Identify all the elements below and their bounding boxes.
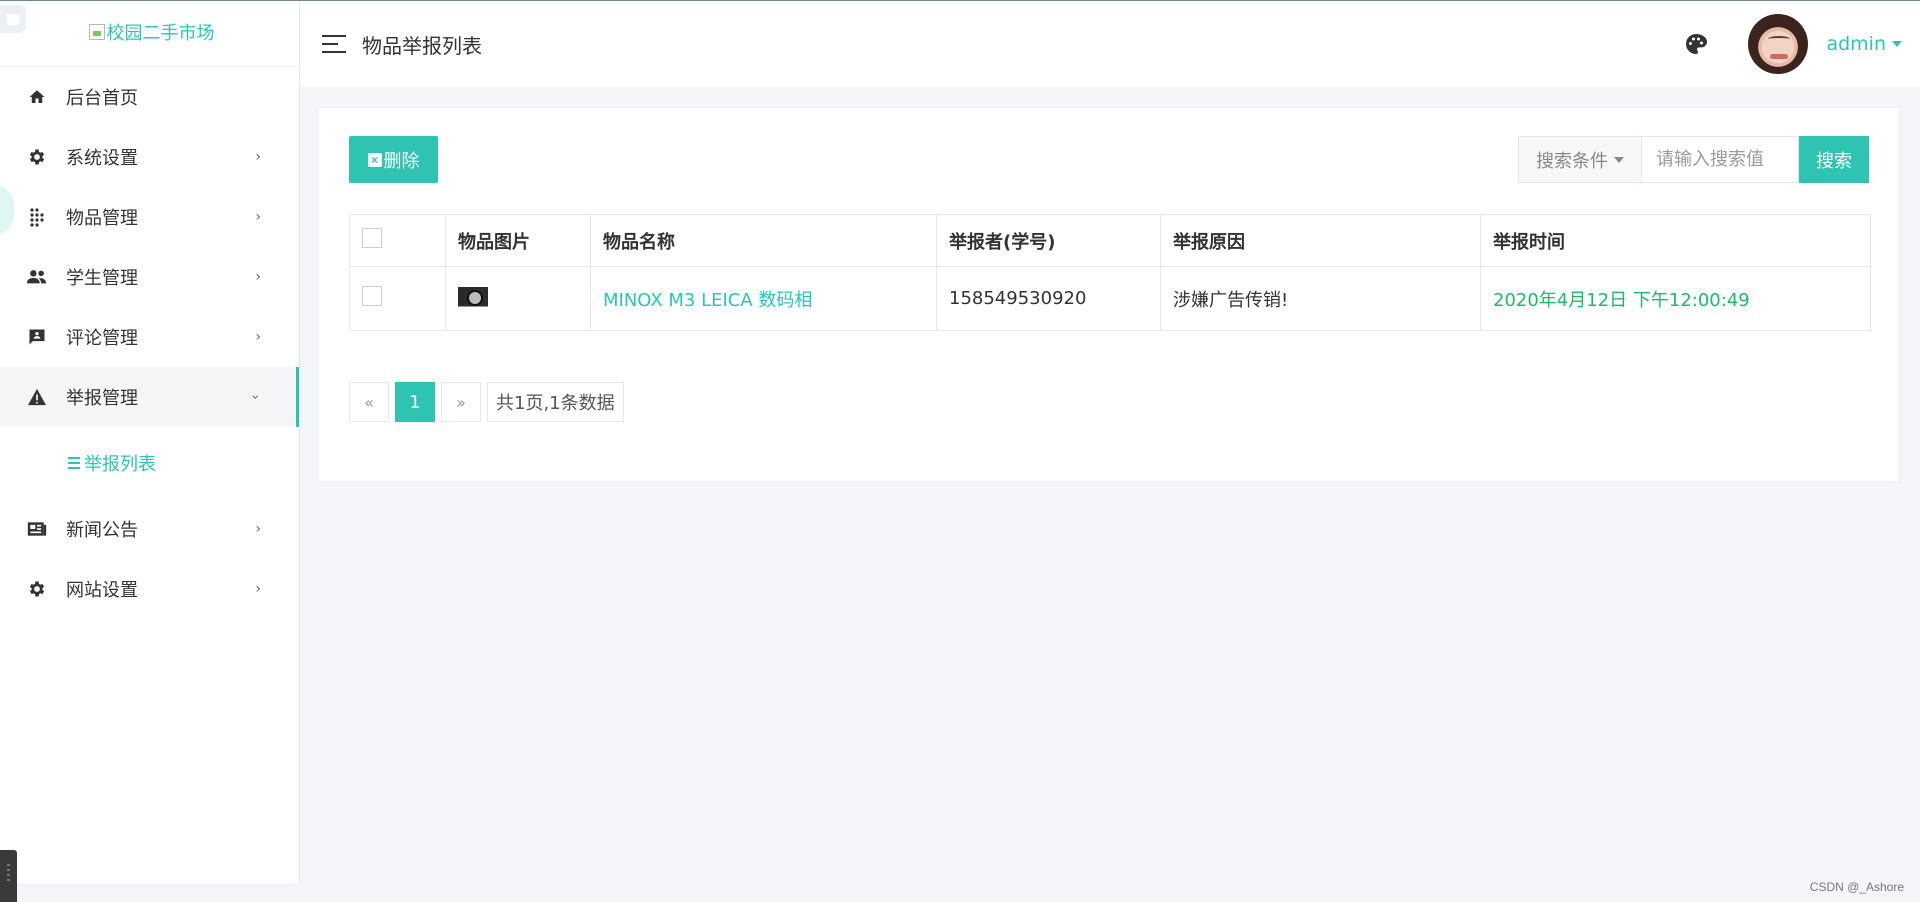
sidebar-item-comments[interactable]: 评论管理 › — [0, 307, 299, 367]
sidebar-item-students[interactable]: 学生管理 › — [0, 247, 299, 307]
grid-dots-icon — [26, 206, 48, 228]
select-all-checkbox[interactable] — [362, 228, 382, 248]
sidebar-item-news[interactable]: 新闻公告 › — [0, 499, 299, 559]
header-right: admin — [1684, 14, 1902, 74]
palette-icon[interactable] — [1684, 32, 1708, 56]
sidebar-item-reports[interactable]: 举报管理 › — [0, 367, 299, 427]
search-condition-label: 搜索条件 — [1536, 150, 1608, 172]
search-condition-dropdown[interactable]: 搜索条件 — [1518, 136, 1641, 183]
sidebar: 校园二手市场 后台首页 系统设置 › 物品管理 › 学生管理 › 评论管理 › … — [0, 1, 300, 902]
select-all-cell — [349, 214, 446, 267]
sidebar-item-label: 后台首页 — [66, 88, 138, 109]
report-time: 2020年4月12日 下午12:00:49 — [1493, 289, 1750, 311]
prev-page-button[interactable]: « — [349, 382, 389, 422]
next-page-button[interactable]: » — [441, 382, 481, 422]
column-header: 举报时间 — [1480, 214, 1871, 267]
sidebar-item-home[interactable]: 后台首页 — [0, 67, 299, 127]
sidebar-item-label: 学生管理 — [66, 268, 138, 289]
search-button[interactable]: 搜索 — [1799, 136, 1869, 183]
broken-image-icon — [88, 23, 105, 40]
sidebar-item-site-settings[interactable]: 网站设置 › — [0, 559, 299, 619]
report-table: 物品图片 物品名称 举报者(学号) 举报原因 举报时间 MINOX M3 LEI… — [349, 214, 1871, 331]
comment-icon — [26, 326, 48, 348]
logo-alt-text: 校园二手市场 — [106, 22, 215, 44]
chevron-right-icon: › — [255, 209, 261, 225]
logo-image[interactable]: 校园二手市场 — [88, 19, 215, 45]
caret-down-icon — [1614, 156, 1624, 163]
delete-button[interactable]: × 删除 — [349, 136, 438, 183]
gear-icon — [26, 578, 48, 600]
item-name-cell: MINOX M3 LEICA 数码相 — [590, 266, 937, 331]
table-row: MINOX M3 LEICA 数码相 158549530920 涉嫌广告传销! … — [349, 266, 1871, 331]
pagination-summary: 共1页,1条数据 — [487, 382, 624, 422]
sidebar-item-label: 网站设置 — [66, 580, 138, 601]
close-box-icon: × — [367, 152, 382, 167]
sidebar-item-label: 评论管理 — [66, 328, 138, 349]
people-icon — [26, 266, 48, 288]
column-header: 举报原因 — [1160, 214, 1481, 267]
home-icon — [26, 86, 48, 108]
reason-cell: 涉嫌广告传销! — [1160, 266, 1481, 331]
sidebar-item-goods[interactable]: 物品管理 › — [0, 187, 299, 247]
delete-button-label: 删除 — [383, 150, 420, 171]
reporter-cell: 158549530920 — [936, 266, 1161, 331]
search-input[interactable] — [1641, 136, 1799, 183]
search-bar: 搜索条件 搜索 — [1518, 136, 1869, 183]
logo[interactable]: 校园二手市场 — [0, 1, 299, 67]
sidebar-footer-strip — [17, 883, 300, 902]
page-title: 物品举报列表 — [362, 33, 482, 58]
row-select-cell — [349, 266, 446, 331]
caret-down-icon — [1892, 41, 1902, 47]
watermark: CSDN @_Ashore — [1809, 880, 1904, 894]
column-header: 物品图片 — [445, 214, 591, 267]
top-header: 物品举报列表 admin — [300, 1, 1920, 87]
time-cell: 2020年4月12日 下午12:00:49 — [1480, 266, 1871, 331]
gear-icon — [26, 146, 48, 168]
column-header: 物品名称 — [590, 214, 937, 267]
chevron-right-icon: › — [255, 521, 261, 537]
sidebar-item-label: 系统设置 — [66, 148, 138, 169]
page-button-current[interactable]: 1 — [395, 382, 435, 422]
chevron-right-icon: › — [255, 269, 261, 285]
news-icon — [26, 518, 48, 540]
sidebar-item-label: 物品管理 — [66, 208, 138, 229]
sidebar-item-label: 新闻公告 — [66, 520, 138, 541]
sidebar-menu: 后台首页 系统设置 › 物品管理 › 学生管理 › 评论管理 › 举报管理 › … — [0, 67, 299, 619]
warning-icon — [26, 386, 48, 408]
item-thumbnail[interactable] — [458, 281, 488, 311]
submenu-report-list[interactable]: 举报列表 — [0, 427, 299, 499]
chevron-down-icon: › — [247, 394, 264, 400]
content-panel: × 删除 搜索条件 搜索 物品图片 物品名称 举报者(学号) 举报原因 举报时间 — [318, 107, 1900, 482]
sidebar-item-label: 举报管理 — [66, 388, 138, 409]
submenu-label: 举报列表 — [84, 454, 156, 475]
table-header-row: 物品图片 物品名称 举报者(学号) 举报原因 举报时间 — [349, 214, 1871, 267]
avatar[interactable] — [1748, 14, 1809, 74]
column-header: 举报者(学号) — [936, 214, 1161, 267]
submenu-link-report-list[interactable]: 举报列表 — [68, 450, 156, 476]
item-image-cell — [445, 266, 591, 331]
user-menu[interactable]: admin — [1826, 33, 1902, 55]
chevron-right-icon: › — [255, 329, 261, 345]
menu-toggle-icon[interactable] — [322, 35, 346, 53]
sidebar-item-system-settings[interactable]: 系统设置 › — [0, 127, 299, 187]
pagination: « 1 » 共1页,1条数据 — [349, 382, 624, 422]
row-checkbox[interactable] — [362, 286, 382, 306]
item-name-link[interactable]: MINOX M3 LEICA 数码相 — [603, 290, 812, 311]
chevron-right-icon: › — [255, 149, 261, 165]
debug-toolbar-tab[interactable] — [0, 850, 17, 902]
chevron-right-icon: › — [255, 581, 261, 597]
user-name: admin — [1826, 33, 1886, 55]
list-icon — [68, 457, 80, 469]
